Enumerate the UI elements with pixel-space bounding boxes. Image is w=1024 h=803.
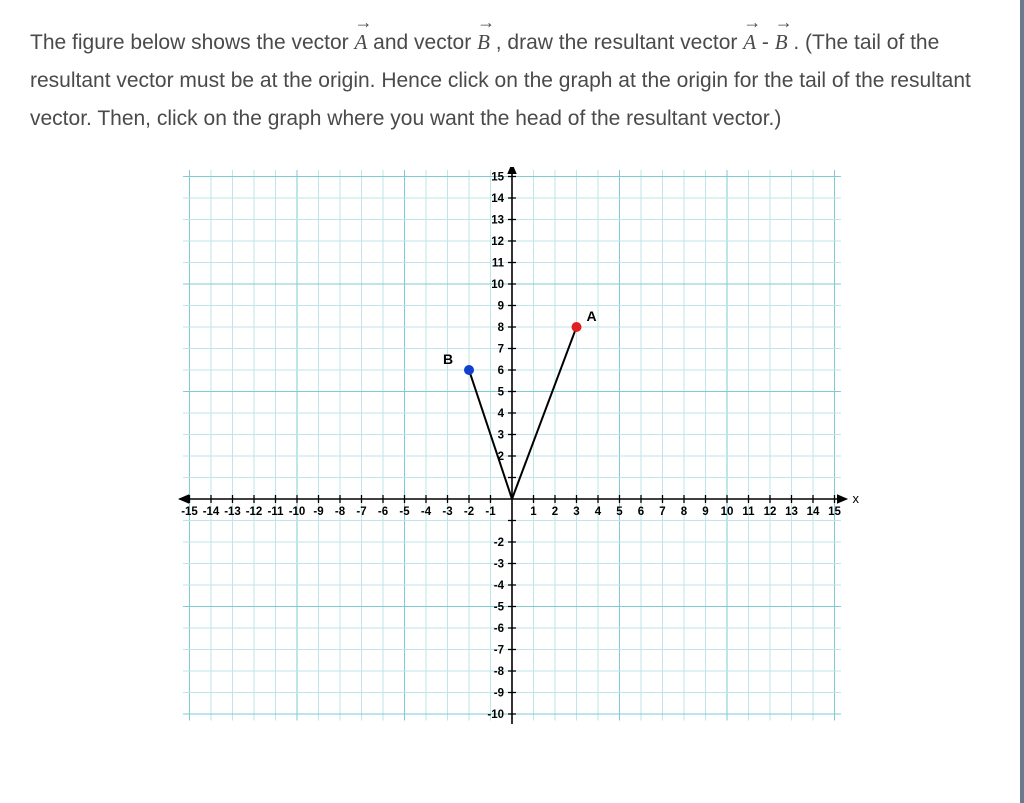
svg-text:-10: -10 — [487, 709, 504, 721]
problem-text-mid2: , draw the resultant vector — [496, 31, 743, 54]
vector-B-symbol-2: B — [775, 20, 788, 62]
svg-text:-6: -6 — [494, 623, 504, 635]
svg-text:-10: -10 — [289, 506, 306, 518]
svg-text:1: 1 — [530, 506, 537, 518]
svg-text:15: 15 — [828, 506, 841, 518]
svg-text:-1: -1 — [485, 506, 496, 518]
svg-text:4: 4 — [498, 408, 505, 420]
graph-container: xy-15-14-13-12-11-10-9-8-7-6-5-4-3-2-112… — [30, 167, 994, 727]
svg-text:6: 6 — [498, 365, 504, 377]
svg-text:5: 5 — [498, 387, 505, 399]
svg-text:10: 10 — [491, 279, 504, 291]
coordinate-plane[interactable]: xy-15-14-13-12-11-10-9-8-7-6-5-4-3-2-112… — [162, 167, 862, 727]
svg-text:14: 14 — [491, 193, 504, 205]
svg-text:15: 15 — [491, 172, 504, 184]
svg-text:-9: -9 — [313, 506, 323, 518]
svg-text:10: 10 — [721, 506, 734, 518]
scrollbar-track[interactable] — [1020, 0, 1024, 803]
problem-text-prefix: The figure below shows the vector — [30, 31, 355, 54]
svg-text:9: 9 — [498, 301, 504, 313]
svg-text:12: 12 — [491, 236, 504, 248]
vector-A-symbol: A — [355, 20, 368, 62]
problem-statement: The figure below shows the vector A and … — [30, 20, 994, 137]
svg-text:-4: -4 — [421, 506, 432, 518]
svg-text:-8: -8 — [335, 506, 346, 518]
svg-text:-13: -13 — [224, 506, 241, 518]
svg-text:13: 13 — [785, 506, 798, 518]
vector-B-symbol: B — [477, 20, 490, 62]
svg-text:9: 9 — [702, 506, 708, 518]
svg-text:-14: -14 — [203, 506, 220, 518]
svg-text:-2: -2 — [494, 537, 504, 549]
svg-text:14: 14 — [807, 506, 820, 518]
svg-text:-4: -4 — [494, 580, 505, 592]
vector-A-symbol-2: A — [743, 20, 756, 62]
svg-text:2: 2 — [552, 506, 558, 518]
graph-svg: xy-15-14-13-12-11-10-9-8-7-6-5-4-3-2-112… — [162, 167, 862, 727]
svg-text:-11: -11 — [268, 506, 285, 518]
svg-text:5: 5 — [616, 506, 623, 518]
svg-text:7: 7 — [498, 344, 504, 356]
svg-text:11: 11 — [742, 506, 755, 518]
problem-text-dash: - — [762, 31, 775, 54]
svg-text:8: 8 — [681, 506, 688, 518]
svg-text:3: 3 — [573, 506, 579, 518]
svg-text:12: 12 — [764, 506, 777, 518]
svg-text:-12: -12 — [246, 506, 263, 518]
svg-text:7: 7 — [659, 506, 665, 518]
svg-text:-7: -7 — [494, 645, 504, 657]
svg-text:6: 6 — [638, 506, 644, 518]
svg-text:-5: -5 — [494, 602, 505, 614]
svg-text:-8: -8 — [494, 666, 505, 678]
svg-text:-3: -3 — [494, 559, 504, 571]
svg-text:13: 13 — [491, 215, 504, 227]
content-area: The figure below shows the vector A and … — [0, 0, 1024, 747]
svg-text:8: 8 — [498, 322, 505, 334]
problem-text-mid1: and vector — [373, 31, 477, 54]
svg-text:A: A — [587, 308, 597, 324]
svg-text:x: x — [853, 491, 860, 506]
svg-text:-9: -9 — [494, 688, 504, 700]
svg-text:-15: -15 — [181, 506, 198, 518]
svg-text:B: B — [443, 351, 453, 367]
svg-text:-6: -6 — [378, 506, 388, 518]
svg-text:-5: -5 — [399, 506, 410, 518]
svg-text:-7: -7 — [356, 506, 366, 518]
svg-text:11: 11 — [492, 258, 505, 270]
svg-text:-2: -2 — [464, 506, 474, 518]
svg-text:3: 3 — [498, 430, 504, 442]
svg-text:-3: -3 — [442, 506, 452, 518]
svg-text:4: 4 — [595, 506, 602, 518]
